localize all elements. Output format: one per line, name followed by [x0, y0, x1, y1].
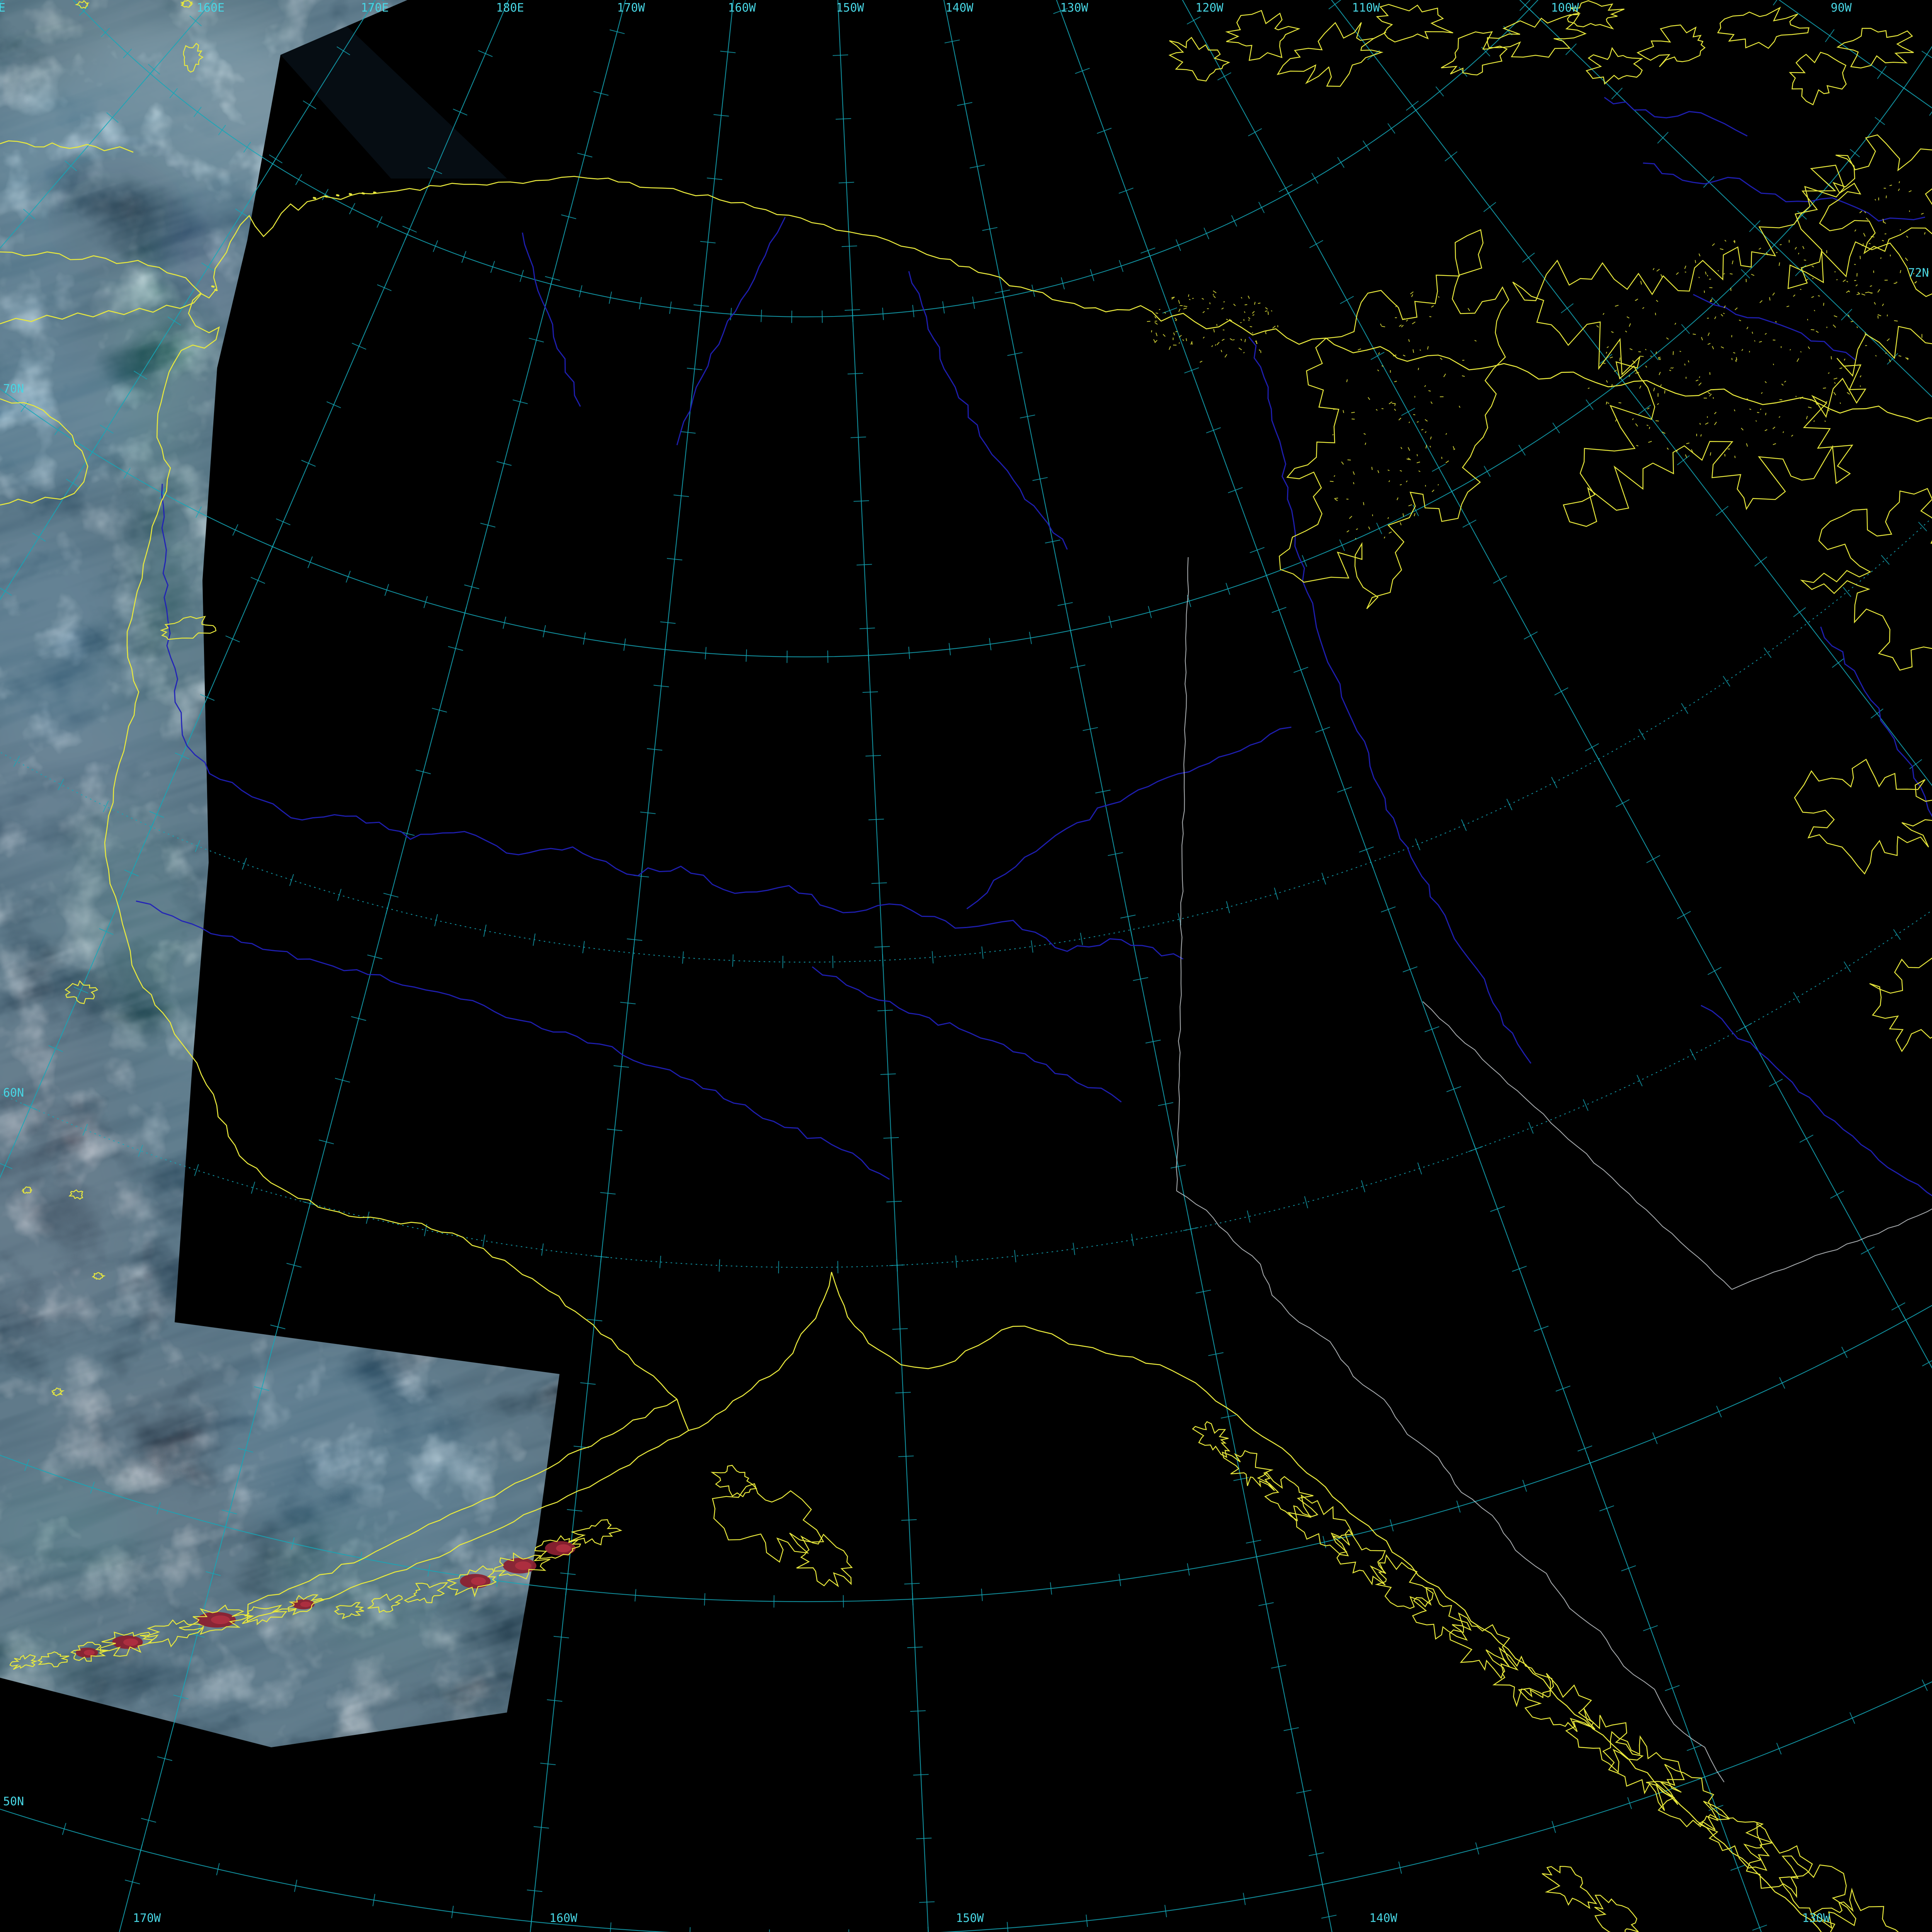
graticule-label: 90W: [1831, 1, 1852, 15]
graticule-label: 70N: [3, 382, 24, 396]
aleutian-red-core: [211, 1616, 230, 1624]
graticule-label: 150W: [836, 1, 864, 15]
graticule-label: 160W: [549, 1912, 578, 1925]
aleutian-red-core: [515, 1561, 531, 1570]
graticule-label: 110W: [1352, 1, 1380, 15]
satellite-map-canvas: 150E 160E 170E 180E 170W 160W 150W 140W 130W 120W…: [0, 0, 1932, 1932]
aleutian-red-core: [123, 1638, 138, 1646]
graticule-label: 160W: [728, 1, 756, 15]
graticule-label: 60N: [3, 1086, 24, 1100]
graticule-label: 120W: [1196, 1, 1224, 15]
aleutian-red-core: [300, 1602, 311, 1607]
graticule-label: 170W: [617, 1, 645, 15]
aleutian-red-core: [471, 1577, 486, 1585]
aleutian-red-core: [84, 1650, 95, 1655]
graticule-label: 50N: [3, 1795, 24, 1808]
graticule-label: 100W: [1551, 1, 1579, 15]
graticule-label: 170W: [133, 1912, 161, 1925]
graticule-label: 180E: [496, 1, 524, 15]
graticule-label: 150W: [956, 1912, 984, 1925]
graticule-label: 140W: [1369, 1912, 1398, 1925]
aleutian-red-core: [556, 1544, 571, 1553]
graticule-label: 140W: [946, 1, 974, 15]
graticule-label: 150E: [0, 1, 5, 15]
graticule-label: 72N: [1908, 266, 1929, 280]
graticule-label: 130W: [1802, 1912, 1830, 1925]
graticule-label: 160E: [197, 1, 224, 15]
graticule-label: 130W: [1060, 1, 1088, 15]
graticule-label: 170E: [361, 1, 389, 15]
